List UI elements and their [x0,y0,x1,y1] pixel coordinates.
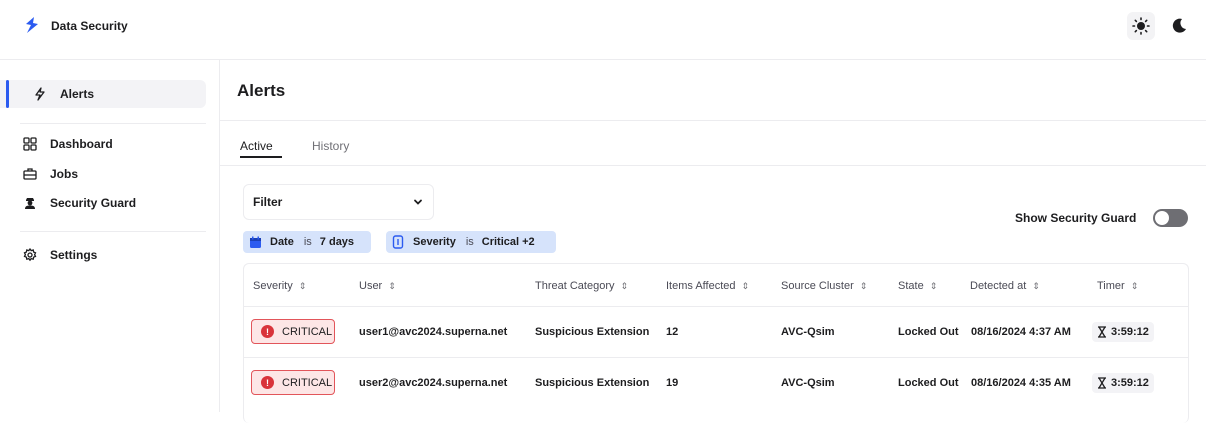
tab-active-underline [240,156,282,158]
cell-threat-category: Suspicious Extension [535,377,650,389]
column-header-user[interactable]: User ⇕ [359,280,396,292]
hourglass-icon [1098,326,1106,338]
sidebar-item-label: Alerts [60,87,95,101]
sidebar-item-label: Jobs [50,167,79,181]
chip-value: 7 days [319,236,355,248]
chip-value: Critical +2 [481,236,535,248]
sidebar-item-label: Security Guard [50,196,137,210]
cell-state: Locked Out [898,326,959,338]
timer-badge: 3:59:12 [1092,322,1154,342]
alert-icon: ! [261,376,274,389]
moon-icon [1172,18,1186,33]
column-header-timer[interactable]: Timer ⇕ [1097,280,1138,292]
severity-badge: ! CRITICAL [251,319,335,344]
cell-detected-at: 08/16/2024 4:37 AM [971,326,1071,338]
security-guard-toggle-label: Show Security Guard [1015,211,1137,225]
tabs-divider [220,165,1206,166]
tab-active[interactable]: Active [240,139,273,153]
severity-badge: ! CRITICAL [251,370,335,395]
column-header-source-cluster[interactable]: Source Cluster ⇕ [781,280,867,292]
hourglass-icon [1098,377,1106,389]
chip-operator: is [303,236,312,248]
sidebar-item-jobs[interactable]: Jobs [22,161,78,187]
filter-chip-severity[interactable]: Severity is Critical +2 [386,231,556,253]
timer-badge: 3:59:12 [1092,373,1154,393]
cell-items-affected: 12 [666,326,679,338]
filter-chip-date[interactable]: Date is 7 days [243,231,371,253]
cell-source-cluster: AVC-Qsim [781,326,835,338]
superna-logo-icon[interactable] [23,16,41,34]
calendar-icon [250,236,261,248]
column-header-threat-category[interactable]: Threat Category ⇕ [535,280,628,292]
sidebar-item-dashboard[interactable]: Dashboard [22,131,113,157]
sidebar-divider [20,231,206,232]
filter-label: Filter [253,195,283,209]
shield-icon [392,235,404,249]
chevron-down-icon [414,199,422,205]
briefcase-icon [22,166,38,182]
row-divider [244,306,1188,307]
column-header-severity[interactable]: Severity ⇕ [253,280,306,292]
grid-icon [22,136,38,152]
sidebar-item-settings[interactable]: Settings [22,242,97,268]
filter-dropdown[interactable]: Filter [243,184,434,220]
security-guard-toggle[interactable] [1153,209,1188,227]
column-header-state[interactable]: State ⇕ [898,280,937,292]
sidebar-item-alerts[interactable]: Alerts [32,81,94,107]
dark-theme-button[interactable] [1165,12,1193,40]
cell-threat-category: Suspicious Extension [535,326,650,338]
sidebar-item-security-guard[interactable]: Security Guard [22,190,136,216]
chip-field: Severity [413,236,456,248]
sidebar [0,60,220,412]
header-divider [220,120,1206,121]
column-header-items-affected[interactable]: Items Affected ⇕ [666,280,749,292]
gear-icon [22,247,38,263]
cell-user: user2@avc2024.superna.net [359,377,508,389]
sidebar-divider [20,123,206,124]
light-theme-button[interactable] [1127,12,1155,40]
top-bar: Data Security [0,0,1206,60]
row-divider [244,357,1188,358]
chip-operator: is [465,236,474,248]
app-title: Data Security [51,19,128,33]
cell-detected-at: 08/16/2024 4:35 AM [971,377,1071,389]
cell-user: user1@avc2024.superna.net [359,326,508,338]
cell-state: Locked Out [898,377,959,389]
sidebar-active-highlight [0,80,206,108]
lightning-icon [32,86,48,102]
tab-history[interactable]: History [312,139,349,153]
sidebar-active-indicator [6,80,9,108]
chip-field: Date [270,236,294,248]
sidebar-item-label: Settings [50,248,98,262]
cell-source-cluster: AVC-Qsim [781,377,835,389]
agent-icon [22,195,38,211]
sun-icon [1132,17,1150,35]
alert-icon: ! [261,325,274,338]
sidebar-item-label: Dashboard [50,137,113,151]
toggle-knob [1155,211,1169,225]
column-header-detected-at[interactable]: Detected at ⇕ [970,280,1040,292]
cell-items-affected: 19 [666,377,679,389]
page-title: Alerts [237,81,286,100]
